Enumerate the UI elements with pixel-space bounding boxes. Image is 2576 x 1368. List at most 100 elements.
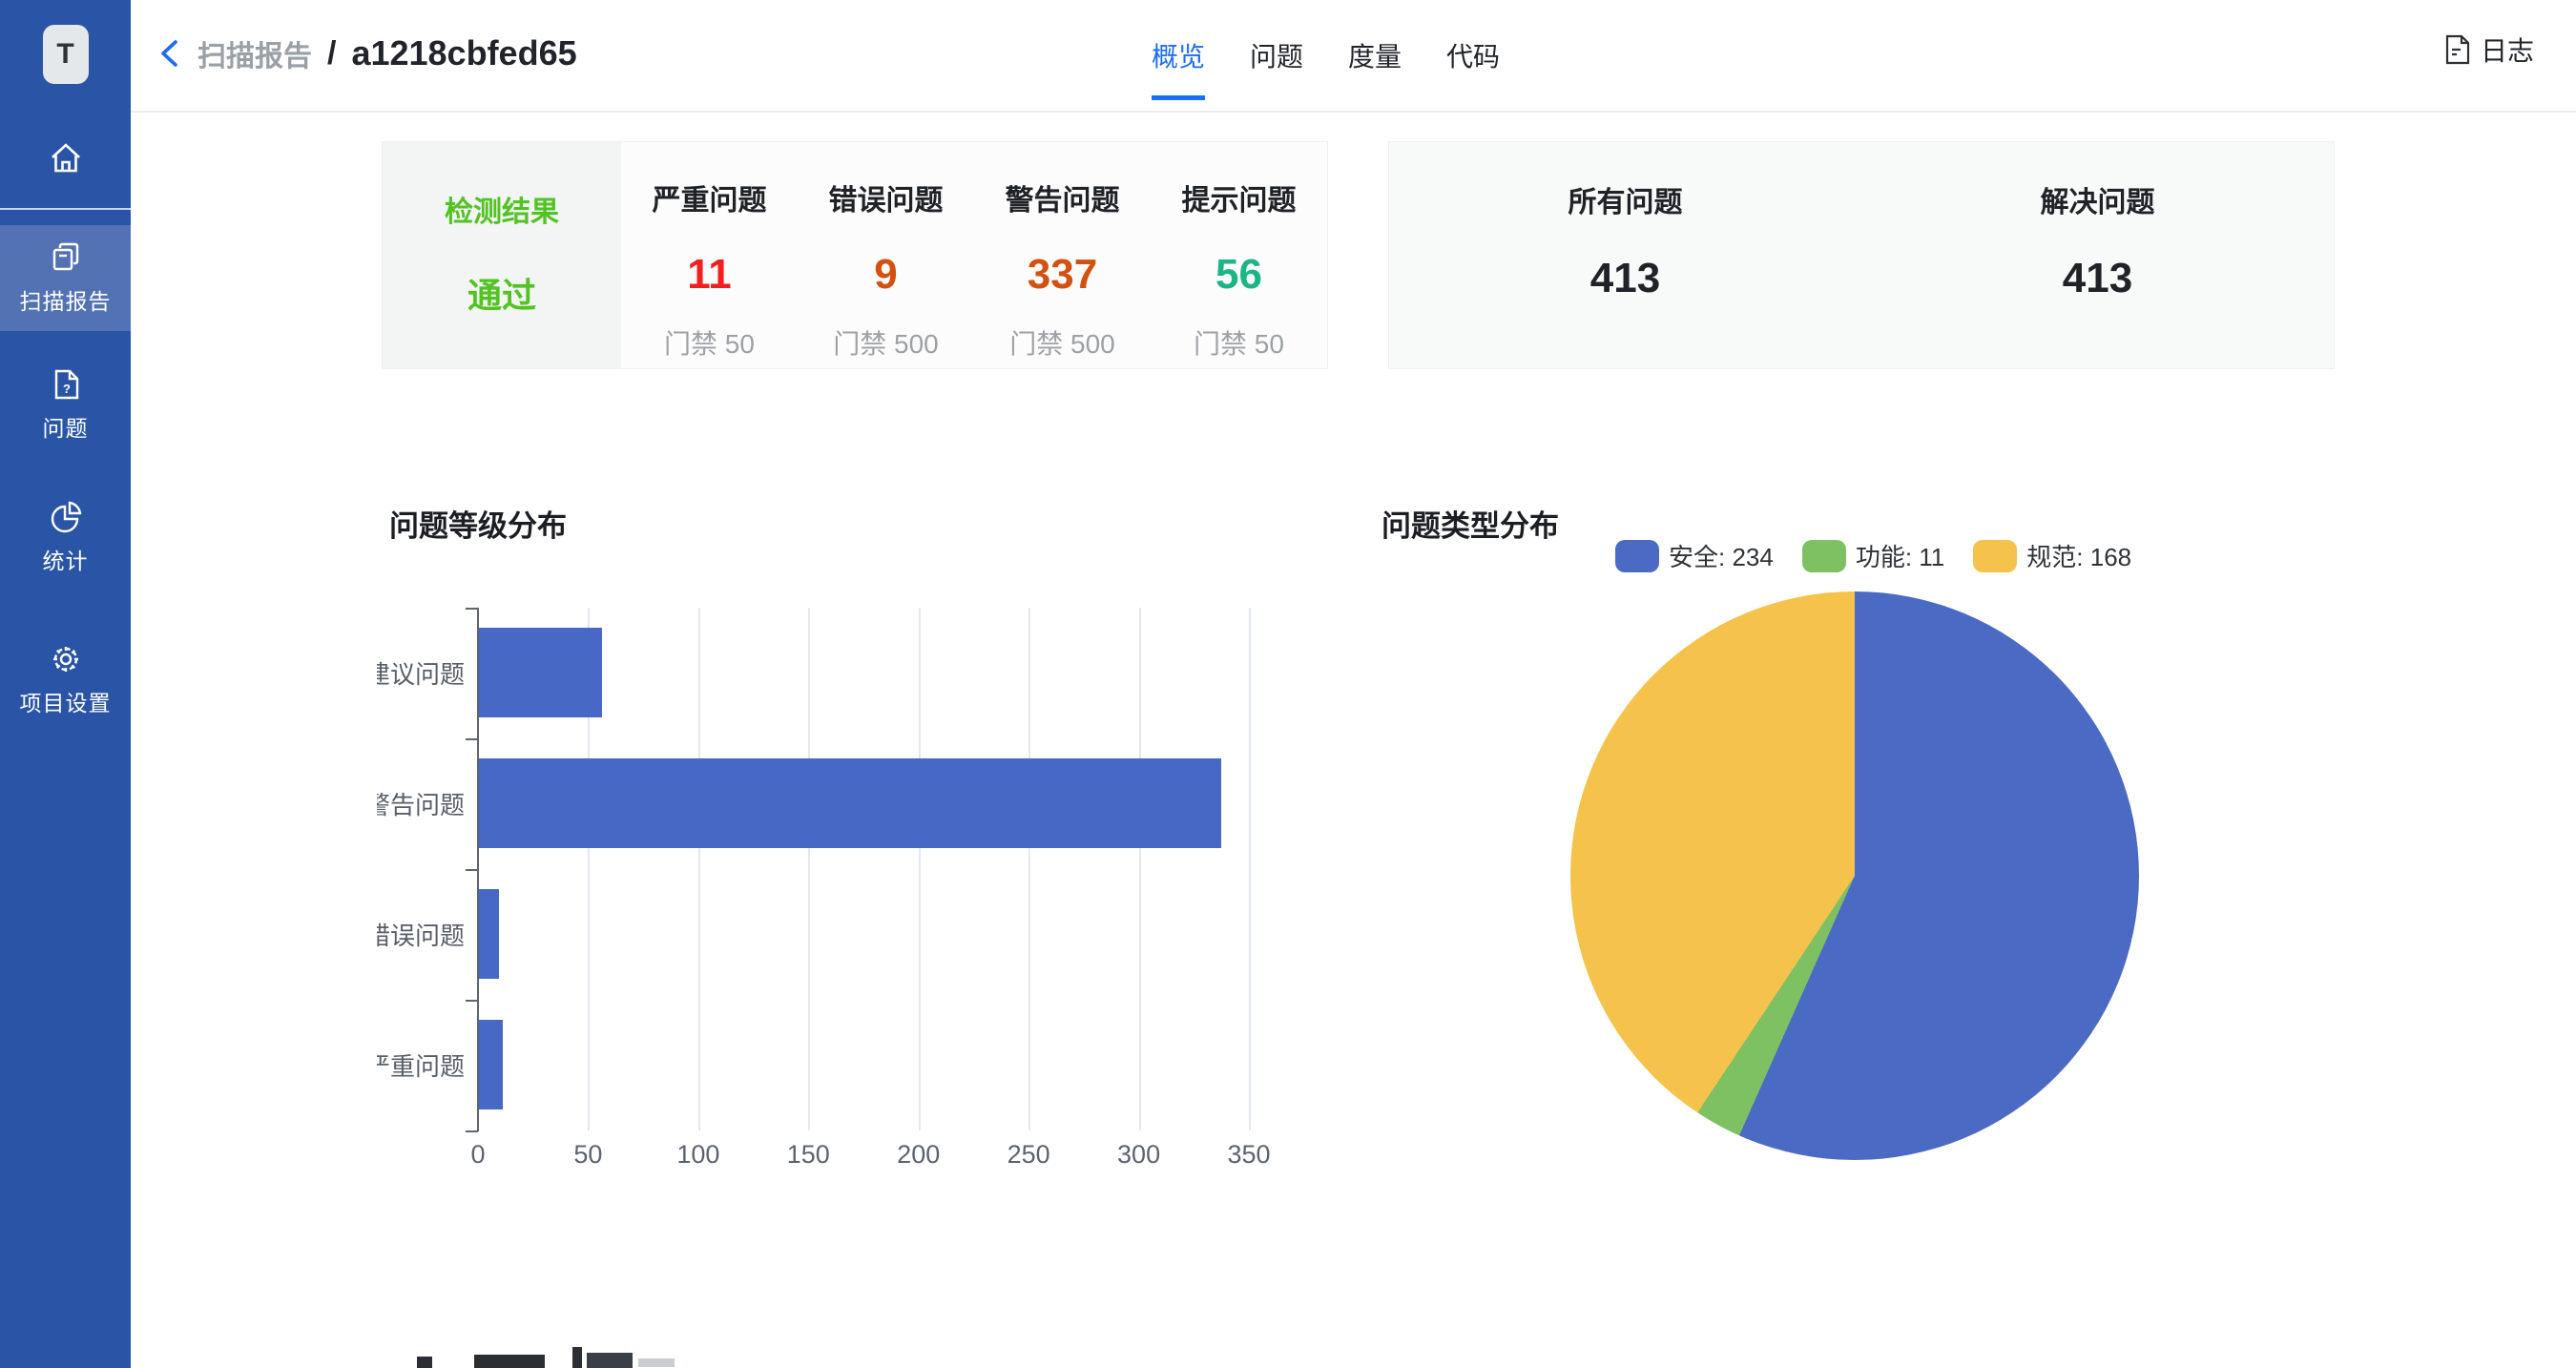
sidebar-item-label: 扫描报告	[20, 283, 112, 316]
sidebar-item-statistics[interactable]: 统计	[0, 485, 131, 591]
legend-item[interactable]: 规范: 168	[1973, 538, 2131, 573]
scan-report-icon	[49, 240, 83, 275]
metric-gate: 门禁 50	[664, 323, 755, 362]
detection-result-value: 通过	[467, 268, 536, 318]
legend-label: 规范: 168	[2026, 538, 2131, 573]
issue-level-bar-chart[interactable]: 建议问题警告问题错误问题严重问题 0 50 100 150 200 250 300 350	[377, 608, 1302, 1180]
legend-item[interactable]: 功能: 11	[1802, 538, 1944, 573]
issue-type-pie-chart[interactable]	[1570, 591, 2139, 1160]
log-button-label: 日志	[2481, 31, 2534, 69]
y-axis-tick	[466, 1000, 478, 1002]
pie-chart-title: 问题类型分布	[1381, 502, 1559, 545]
tab-overview[interactable]: 概览	[1152, 0, 1205, 113]
legend-label: 功能: 11	[1856, 538, 1944, 573]
issues-icon: ?	[49, 367, 83, 402]
y-axis-tick	[466, 1130, 478, 1132]
bar-chart-bar[interactable]	[479, 889, 499, 979]
legend-item[interactable]: 安全: 234	[1615, 538, 1774, 573]
y-axis-tick	[466, 869, 478, 871]
grid-line	[1139, 608, 1141, 1130]
x-axis-tick-label: 300	[1101, 1140, 1177, 1170]
tab-issues[interactable]: 问题	[1250, 0, 1303, 113]
metric-label: 错误问题	[829, 176, 944, 218]
sidebar-item-label: 统计	[43, 543, 89, 575]
legend-swatch	[1802, 540, 1846, 572]
sidebar-item-label: 问题	[43, 410, 89, 443]
avatar[interactable]: T	[43, 25, 89, 84]
total-all-issues: 所有问题 413	[1389, 142, 1861, 368]
detection-result-panel: 检测结果 通过	[383, 142, 621, 368]
bar-chart-bar[interactable]	[479, 758, 1221, 848]
detection-summary-card: 检测结果 通过 严重问题 11 门禁 50 错误问题 9 门禁 500 警告问题 337 门禁 …	[382, 141, 1328, 369]
log-file-icon	[2444, 33, 2471, 66]
category-label: 严重问题	[377, 1000, 465, 1130]
pie-chart-icon	[49, 500, 83, 534]
x-axis-tick-label: 150	[770, 1140, 846, 1170]
tab-bar: 概览 问题 度量 代码	[1152, 0, 1500, 113]
tab-metrics[interactable]: 度量	[1348, 0, 1402, 113]
grid-line	[919, 608, 921, 1130]
metric-column: 错误问题 9 门禁 500	[798, 142, 974, 368]
x-axis-tick-label: 350	[1211, 1140, 1287, 1170]
metric-label: 警告问题	[1006, 176, 1120, 218]
metric-column: 警告问题 337 门禁 500	[974, 142, 1151, 368]
sidebar-item-issues[interactable]: ? 问题	[0, 352, 131, 458]
y-axis-tick	[466, 738, 478, 740]
total-value: 413	[2063, 255, 2132, 302]
bar-chart-title: 问题等级分布	[389, 502, 567, 545]
metric-value: 9	[874, 251, 897, 299]
metric-value: 337	[1028, 251, 1097, 299]
overview-content: 检测结果 通过 严重问题11门禁 50错误问题9门禁 500警告问题337门禁 …	[131, 114, 2576, 1368]
header: 扫描报告 / a1218cbfed65 概览 问题 度量 代码 日志	[131, 0, 2576, 113]
x-axis-tick-label: 100	[660, 1140, 737, 1170]
total-resolved-issues: 解决问题 413	[1861, 142, 2334, 368]
sidebar-item-scan-report[interactable]: 扫描报告	[0, 225, 131, 331]
sidebar: T 扫描报告	[0, 0, 131, 1368]
legend-swatch	[1973, 540, 2017, 572]
total-value: 413	[1590, 255, 1660, 302]
home-icon	[47, 139, 85, 177]
detection-result-label: 检测结果	[445, 188, 559, 230]
gear-icon	[49, 642, 83, 676]
metrics-area: 严重问题 11 门禁 50 错误问题 9 门禁 500 警告问题 337 门禁 500 提示问题 5…	[621, 142, 1327, 368]
category-label: 错误问题	[377, 869, 465, 1000]
bar-chart-bar[interactable]	[479, 1020, 503, 1109]
breadcrumb-current: a1218cbfed65	[351, 33, 576, 73]
metric-gate: 门禁 500	[833, 323, 939, 362]
category-label: 警告问题	[377, 738, 465, 869]
metric-label: 严重问题	[653, 176, 767, 218]
pie-legend: 安全: 234 功能: 11 规范: 168	[1615, 538, 2131, 573]
breadcrumb-parent[interactable]: 扫描报告	[197, 32, 312, 74]
partial-section-heading	[417, 1343, 703, 1368]
back-button[interactable]	[157, 37, 182, 70]
home-button[interactable]	[47, 139, 85, 177]
breadcrumb: 扫描报告 / a1218cbfed65	[157, 32, 577, 74]
legend-label: 安全: 234	[1669, 538, 1774, 573]
totals-card: 所有问题 413 解决问题 413	[1388, 141, 2335, 369]
x-axis-tick-label: 250	[990, 1140, 1067, 1170]
x-axis-tick-label: 200	[881, 1140, 957, 1170]
metric-gate: 门禁 500	[1009, 323, 1115, 362]
legend-swatch	[1615, 540, 1659, 572]
tab-code[interactable]: 代码	[1446, 0, 1500, 113]
sidebar-item-project-settings[interactable]: 项目设置	[0, 627, 131, 733]
metric-value: 56	[1215, 251, 1262, 299]
metric-value: 11	[687, 251, 732, 299]
breadcrumb-separator: /	[327, 35, 336, 73]
grid-line	[1028, 608, 1030, 1130]
sidebar-item-label: 项目设置	[20, 685, 112, 717]
y-axis-tick	[466, 608, 478, 610]
bar-chart-bar[interactable]	[479, 628, 602, 717]
total-label: 解决问题	[2041, 178, 2155, 220]
grid-line	[808, 608, 810, 1130]
total-label: 所有问题	[1568, 178, 1683, 220]
category-label: 建议问题	[377, 608, 465, 738]
x-axis-tick-label: 0	[440, 1140, 516, 1170]
log-button[interactable]: 日志	[2444, 31, 2534, 69]
x-axis-tick-label: 50	[550, 1140, 626, 1170]
metric-label: 提示问题	[1182, 176, 1297, 218]
metric-column: 提示问题 56 门禁 50	[1151, 142, 1327, 368]
sidebar-nav: 扫描报告 ? 问题	[0, 210, 131, 733]
grid-line	[1249, 608, 1251, 1130]
metric-gate: 门禁 50	[1194, 323, 1284, 362]
